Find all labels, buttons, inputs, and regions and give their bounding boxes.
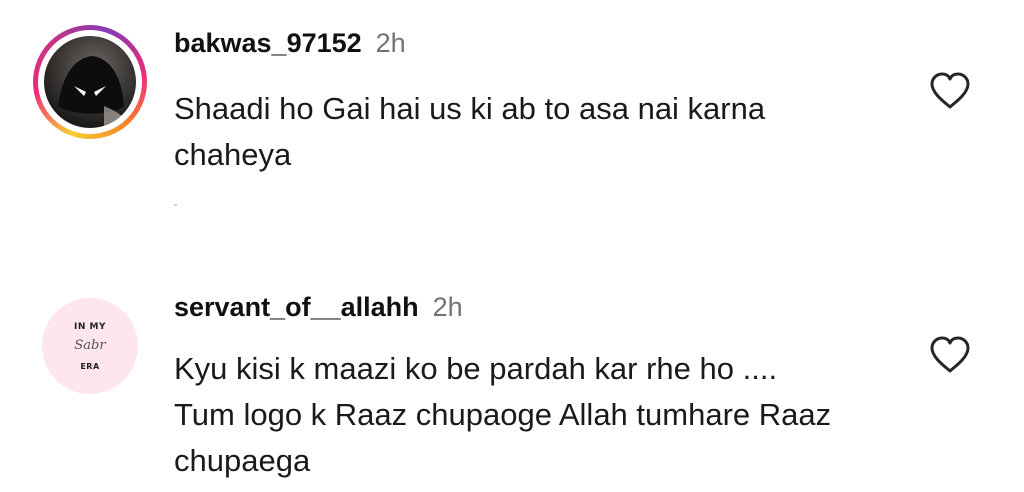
timestamp: 2h bbox=[375, 28, 406, 58]
comment-text: Shaadi ho Gai hai us ki ab to asa nai ka… bbox=[174, 91, 766, 172]
avatar-text-line: ERA bbox=[80, 362, 100, 371]
divider-dot bbox=[174, 204, 177, 206]
comments-list: bakwas_97152 2h Shaadi ho Gai hai us ki a… bbox=[0, 0, 1024, 492]
avatar[interactable]: IN MY Sabr ERA bbox=[42, 298, 138, 394]
like-button[interactable] bbox=[929, 72, 971, 110]
avatar-photo bbox=[44, 36, 136, 128]
heart-outline-icon bbox=[930, 336, 970, 373]
comment-text: Kyu kisi k maazi ko be pardah kar rhe ho… bbox=[174, 351, 832, 478]
comment-header: servant_of__allahh 2h bbox=[174, 292, 463, 323]
avatar-text-line: IN MY bbox=[74, 322, 106, 332]
heart-outline-icon bbox=[930, 72, 970, 109]
avatar[interactable] bbox=[33, 25, 147, 139]
username-link[interactable]: servant_of__allahh bbox=[174, 292, 419, 322]
comment-item: IN MY Sabr ERA servant_of__allahh 2h Kyu … bbox=[0, 270, 1024, 492]
comment-item: bakwas_97152 2h Shaadi ho Gai hai us ki a… bbox=[0, 0, 1024, 240]
avatar-text-line: Sabr bbox=[74, 338, 106, 353]
like-button[interactable] bbox=[929, 336, 971, 374]
masked-figure-icon bbox=[58, 56, 130, 128]
username-link[interactable]: bakwas_97152 bbox=[174, 28, 362, 58]
timestamp: 2h bbox=[432, 292, 463, 322]
comment-header: bakwas_97152 2h bbox=[174, 28, 406, 59]
